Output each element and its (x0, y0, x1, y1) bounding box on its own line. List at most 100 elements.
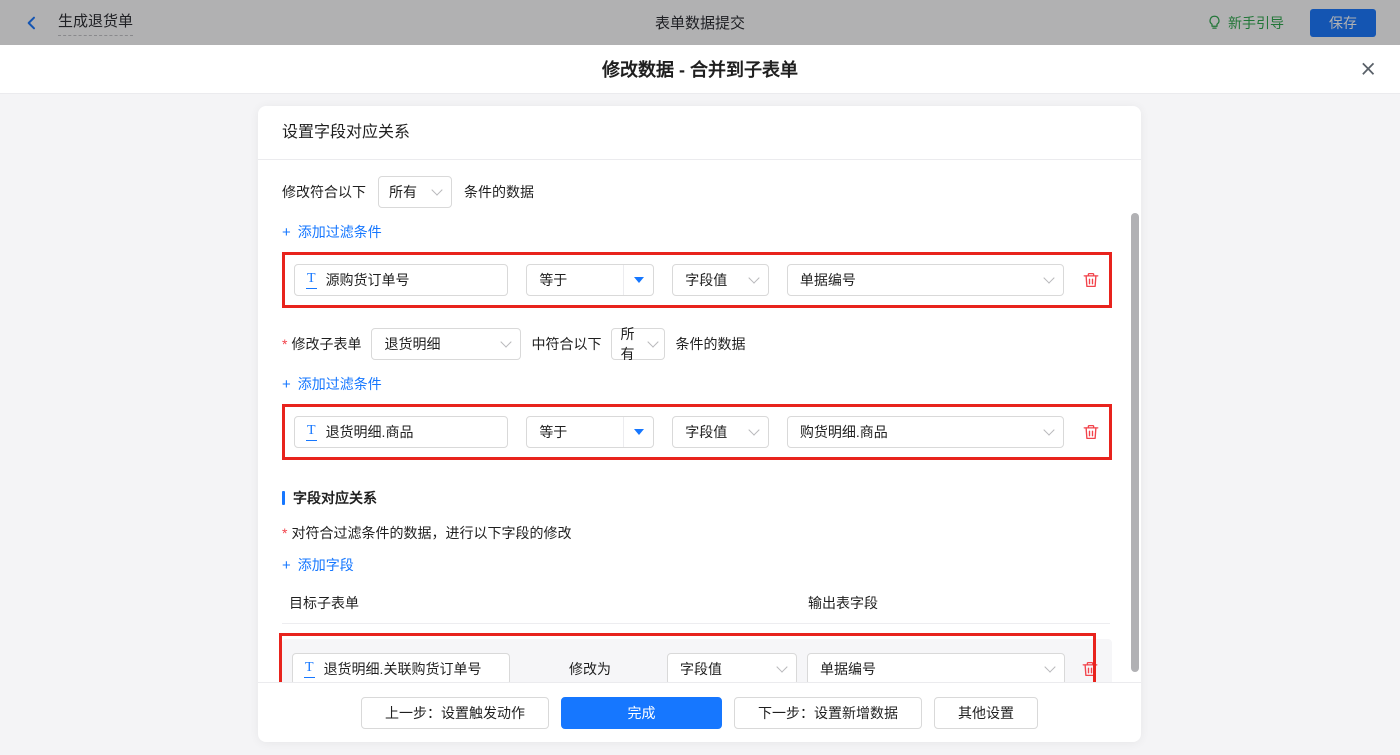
lightbulb-icon (1209, 15, 1220, 29)
delete-mapping-icon[interactable] (1081, 660, 1099, 678)
filter2-suffix: 条件的数据 (675, 336, 746, 352)
card-header: 设置字段对应关系 (258, 106, 1141, 160)
card-footer: 上一步：设置触发动作 完成 下一步：设置新增数据 其他设置 (258, 682, 1141, 742)
filter1-value: 单据编号 (799, 272, 856, 288)
add-filter-label: 添加过滤条件 (297, 224, 382, 240)
other-settings-button[interactable]: 其他设置 (934, 696, 1038, 729)
filter2-subform-value: 退货明细 (384, 336, 441, 352)
beginner-guide-link[interactable]: 新手引导 (1207, 13, 1284, 33)
text-field-icon: T (304, 660, 315, 678)
chevron-down-icon (776, 661, 788, 673)
filter2-operator-value: 等于 (539, 424, 568, 440)
filter2-valuetype-select[interactable]: 字段值 (672, 416, 769, 448)
filter1-operator-select[interactable]: 等于 (526, 264, 655, 296)
filter2-match-value: 所有 (620, 326, 635, 362)
filter2-match-select[interactable]: 所有 (611, 326, 666, 362)
mapping-row-background: T 退货明细.关联购货订单号 修改为 字段值 单据编号 (282, 639, 1112, 682)
filter1-prefix: 修改符合以下 (282, 184, 366, 200)
card-body: 修改符合以下 所有 条件的数据 + 添加过滤条件 T 源购货订单号 等于 字段值… (258, 160, 1141, 682)
topbar: 生成退货单 表单数据提交 新手引导 保存 (0, 0, 1400, 45)
filter1-value-select[interactable]: 单据编号 (786, 264, 1064, 296)
topbar-left: 生成退货单 (24, 10, 134, 36)
filter1-match-value: 所有 (389, 184, 417, 200)
mapping-value: 单据编号 (820, 661, 876, 677)
dialog-title: 修改数据 - 合并到子表单 (602, 60, 798, 80)
filter1-condition-row-highlight: T 源购货订单号 等于 字段值 单据编号 (282, 252, 1112, 308)
filter2-condition-row-highlight: T 退货明细.商品 等于 字段值 购货明细.商品 (282, 404, 1112, 460)
add-field-label: 添加字段 (297, 557, 354, 573)
chevron-down-icon (748, 424, 760, 436)
next-step-button[interactable]: 下一步：设置新增数据 (734, 696, 922, 729)
save-button[interactable]: 保存 (1310, 8, 1376, 37)
chevron-down-icon (748, 272, 760, 284)
filter2-valuetype-value: 字段值 (685, 424, 728, 440)
beginner-guide-label: 新手引导 (1228, 14, 1284, 31)
chevron-down-icon (1043, 424, 1055, 436)
chevron-down-icon (647, 336, 660, 348)
column-output-field: 输出表字段 (808, 595, 878, 611)
chevron-down-icon (1044, 661, 1056, 673)
triangle-down-icon (633, 277, 644, 283)
mapping-description-row: * 对符合过滤条件的数据，进行以下字段的修改 (282, 523, 1117, 543)
plus-icon: + (282, 375, 291, 393)
filter1-suffix: 条件的数据 (464, 184, 534, 200)
filter2-sentence: * 修改子表单 退货明细 中符合以下 所有 条件的数据 (282, 326, 1117, 362)
triangle-down-icon (633, 429, 644, 435)
mapping-field-name: 退货明细.关联购货订单号 (323, 661, 482, 677)
add-filter-condition-link-1[interactable]: + 添加过滤条件 (282, 222, 382, 242)
close-icon[interactable]: × (1359, 58, 1377, 80)
workflow-title[interactable]: 生成退货单 (58, 10, 134, 36)
filter1-valuetype-select[interactable]: 字段值 (672, 264, 769, 296)
filter1-field-name: 源购货订单号 (325, 272, 410, 288)
delete-condition-icon[interactable] (1082, 271, 1100, 289)
mapping-row: T 退货明细.关联购货订单号 修改为 字段值 单据编号 (279, 633, 1112, 682)
filter1-field-box[interactable]: T 源购货订单号 (294, 264, 509, 296)
filter2-operator-select[interactable]: 等于 (526, 416, 655, 448)
add-filter-label: 添加过滤条件 (297, 376, 382, 392)
plus-icon: + (282, 223, 291, 241)
mapping-value-select[interactable]: 单据编号 (807, 653, 1065, 682)
operator-dropdown-zone[interactable] (623, 265, 653, 295)
required-mark: * (282, 336, 288, 352)
modify-data-dialog: 修改数据 - 合并到子表单 × 设置字段对应关系 修改符合以下 所有 条件的数据… (0, 45, 1400, 755)
filter1-operator-value: 等于 (539, 272, 568, 288)
mapping-section-title: 字段对应关系 (293, 490, 377, 506)
filter2-value-select[interactable]: 购货明细.商品 (786, 416, 1064, 448)
dialog-titlebar: 修改数据 - 合并到子表单 × (0, 45, 1400, 94)
mapping-description: 对符合过滤条件的数据，进行以下字段的修改 (291, 525, 572, 541)
mapping-valuetype-select[interactable]: 字段值 (667, 653, 797, 682)
filter2-field-name: 退货明细.商品 (325, 424, 414, 440)
mapping-column-headers: 目标子表单 输出表字段 (282, 593, 1117, 613)
filter2-subform-select[interactable]: 退货明细 (371, 328, 522, 360)
column-divider (282, 623, 1110, 624)
operator-dropdown-zone[interactable] (623, 417, 653, 447)
page-title: 表单数据提交 (654, 15, 746, 32)
filter2-middle: 中符合以下 (531, 336, 602, 352)
add-filter-condition-link-2[interactable]: + 添加过滤条件 (282, 374, 382, 394)
mapping-section-header: 字段对应关系 (282, 488, 1117, 508)
chevron-down-icon (500, 336, 513, 348)
back-icon[interactable] (24, 15, 40, 31)
mapping-action-label: 修改为 (569, 661, 611, 677)
done-button[interactable]: 完成 (561, 696, 722, 729)
section-accent-bar (282, 491, 285, 505)
filter2-value: 购货明细.商品 (799, 424, 888, 440)
delete-condition-icon[interactable] (1082, 423, 1100, 441)
prev-step-button[interactable]: 上一步：设置触发动作 (361, 696, 549, 729)
required-mark: * (282, 525, 288, 541)
filter1-match-select[interactable]: 所有 (378, 176, 452, 208)
field-mapping-card: 设置字段对应关系 修改符合以下 所有 条件的数据 + 添加过滤条件 T 源购货订… (258, 106, 1141, 742)
chevron-down-icon (431, 184, 443, 196)
chevron-down-icon (1043, 272, 1055, 284)
filter2-field-box[interactable]: T 退货明细.商品 (294, 416, 509, 448)
add-field-link[interactable]: + 添加字段 (282, 555, 354, 575)
mapping-field-box[interactable]: T 退货明细.关联购货订单号 (292, 653, 510, 682)
text-field-icon: T (306, 423, 317, 441)
filter1-valuetype-value: 字段值 (685, 272, 728, 288)
filter1-sentence: 修改符合以下 所有 条件的数据 (282, 176, 1117, 208)
plus-icon: + (282, 556, 291, 574)
mapping-valuetype-value: 字段值 (680, 661, 722, 677)
text-field-icon: T (306, 271, 317, 289)
vertical-scrollbar[interactable] (1131, 213, 1139, 672)
filter2-label: 修改子表单 (291, 336, 362, 352)
